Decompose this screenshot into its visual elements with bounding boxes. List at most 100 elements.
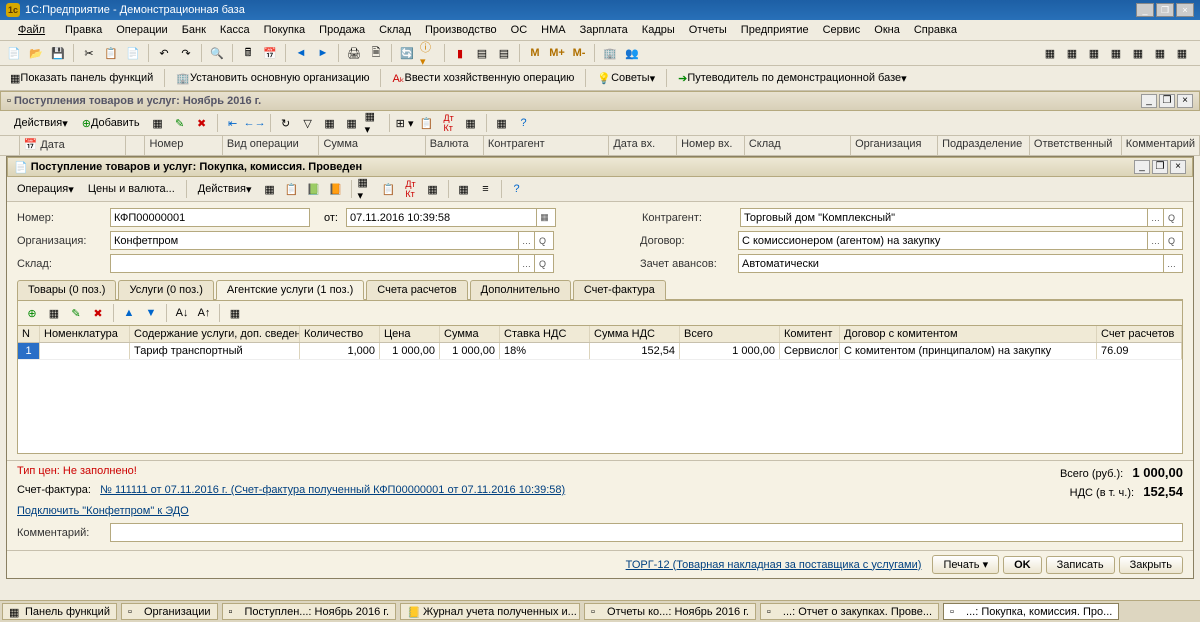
operation-dropdown[interactable]: Операция ▾	[11, 179, 80, 199]
date-picker-icon[interactable]: ▦	[536, 209, 552, 226]
gcol-desc[interactable]: Содержание услуги, доп. сведения	[130, 326, 300, 342]
gcol-price[interactable]: Цена	[380, 326, 440, 342]
tab-goods[interactable]: Товары (0 поз.)	[17, 280, 116, 300]
list-max-button[interactable]: ❐	[1159, 94, 1175, 108]
menu-enterprise[interactable]: Предприятие	[735, 22, 815, 38]
tab-additional[interactable]: Дополнительно	[470, 280, 571, 300]
gcol-vatsum[interactable]: Сумма НДС	[590, 326, 680, 342]
prices-button[interactable]: Цены и валюта...	[82, 179, 181, 199]
col-number[interactable]: Номер	[145, 136, 222, 155]
nav-first-icon[interactable]: ⇤	[223, 113, 243, 133]
list-close-button[interactable]: ×	[1177, 94, 1193, 108]
contr-select-icon[interactable]: …	[1147, 209, 1163, 226]
tool3-icon[interactable]: ▦	[320, 113, 340, 133]
gcol-n[interactable]: N	[18, 326, 40, 342]
edo-link[interactable]: Подключить "Конфетпром" к ЭДО	[17, 505, 189, 517]
gcol-komitent[interactable]: Комитент	[780, 326, 840, 342]
col-mark[interactable]	[0, 136, 20, 155]
col-flag[interactable]	[126, 136, 146, 155]
wh-select-icon[interactable]: …	[518, 255, 534, 272]
actions-dropdown[interactable]: Действия ▾	[8, 113, 74, 133]
r3-icon[interactable]: ▦	[1084, 43, 1104, 63]
col-sum[interactable]: Сумма	[319, 136, 425, 155]
adv-select-icon[interactable]: …	[1163, 255, 1179, 272]
filter-icon[interactable]: ▽	[298, 113, 318, 133]
org-select-icon[interactable]: …	[518, 232, 534, 249]
tab-accounts[interactable]: Счета расчетов	[366, 280, 467, 300]
open-icon[interactable]: 📂	[26, 43, 46, 63]
grid-row[interactable]: 1 Тариф транспортный 1,000 1 000,00 1 00…	[18, 343, 1182, 360]
grid-edit-icon[interactable]: ✎	[66, 303, 86, 323]
grid-up-icon[interactable]: ▲	[119, 303, 139, 323]
task-reports[interactable]: ▫Отчеты ко...: Ноябрь 2016 г.	[584, 603, 756, 620]
col-contr[interactable]: Контрагент	[484, 136, 610, 155]
preview-icon[interactable]: 🗎	[366, 43, 386, 63]
contr-input[interactable]: Торговый дом "Комплексный"…Q	[740, 208, 1183, 227]
cut-icon[interactable]: ✂	[79, 43, 99, 63]
show-panel-button[interactable]: ▦ Показать панель функций	[4, 68, 159, 88]
copy-icon[interactable]: 📋	[101, 43, 121, 63]
doc-help-icon[interactable]: ?	[507, 179, 527, 199]
find-icon[interactable]: 🔍	[207, 43, 227, 63]
minimize-button[interactable]: _	[1136, 3, 1154, 17]
org-input[interactable]: Конфетпром…Q	[110, 231, 554, 250]
cell-kcontract[interactable]: С комитентом (принципалом) на закупку	[840, 343, 1097, 359]
r6-icon[interactable]: ▦	[1150, 43, 1170, 63]
maximize-button[interactable]: ❐	[1156, 3, 1174, 17]
grid-del-icon[interactable]: ✖	[88, 303, 108, 323]
dt9-icon[interactable]: ≡	[476, 179, 496, 199]
gcol-sum[interactable]: Сумма	[440, 326, 500, 342]
cell-vatsum[interactable]: 152,54	[590, 343, 680, 359]
dt2-icon[interactable]: 📋	[282, 179, 302, 199]
menu-purchase[interactable]: Покупка	[258, 22, 312, 38]
menu-help[interactable]: Справка	[908, 22, 963, 38]
contract-search-icon[interactable]: Q	[1163, 232, 1179, 249]
dt1-icon[interactable]: ▦	[260, 179, 280, 199]
col-comment[interactable]: Комментарий	[1122, 136, 1200, 155]
grid-fill-icon[interactable]: ▦	[225, 303, 245, 323]
menu-sale[interactable]: Продажа	[313, 22, 371, 38]
delete-icon[interactable]: ✖	[192, 113, 212, 133]
mplus-icon[interactable]: M+	[547, 43, 567, 63]
refresh-icon[interactable]: 🔄	[397, 43, 417, 63]
doc-actions-dropdown[interactable]: Действия ▾	[192, 179, 258, 199]
print-button[interactable]: Печать ▾	[932, 555, 999, 574]
cell-total[interactable]: 1 000,00	[680, 343, 780, 359]
dtk-icon[interactable]: ДтКт	[439, 113, 459, 133]
grid-copy-icon[interactable]: ▦	[44, 303, 64, 323]
grid-add-icon[interactable]: ⊕	[22, 303, 42, 323]
print-icon[interactable]: 🖨	[344, 43, 364, 63]
sf-link[interactable]: № 111111 от 07.11.2016 г. (Счет-фактура …	[100, 484, 565, 496]
col-wh[interactable]: Склад	[745, 136, 851, 155]
task-panel[interactable]: ▦Панель функций	[2, 603, 117, 620]
number-input[interactable]: КФП00000001	[110, 208, 310, 227]
task-journal[interactable]: 📒Журнал учета полученных и...	[400, 603, 580, 620]
tab-invoice[interactable]: Счет-фактура	[573, 280, 666, 300]
menu-nma[interactable]: НМА	[535, 22, 571, 38]
dt7-icon[interactable]: ▦	[423, 179, 443, 199]
menu-operations[interactable]: Операции	[110, 22, 173, 38]
forward-icon[interactable]: ►	[313, 43, 333, 63]
doc-close-button[interactable]: ×	[1170, 160, 1186, 174]
task-orgs[interactable]: ▫Организации	[121, 603, 218, 620]
gcol-total[interactable]: Всего	[680, 326, 780, 342]
close-button[interactable]: Закрыть	[1119, 556, 1183, 574]
col-optype[interactable]: Вид операции	[223, 136, 320, 155]
calc-icon[interactable]: 🖩	[238, 43, 258, 63]
nav-prev-icon[interactable]: ←→	[245, 113, 265, 133]
menu-os[interactable]: ОС	[505, 22, 534, 38]
col-date[interactable]: 📅 Дата	[20, 136, 126, 155]
mminus-icon[interactable]: M-	[569, 43, 589, 63]
col-resp[interactable]: Ответственный	[1030, 136, 1122, 155]
r1-icon[interactable]: ▦	[1040, 43, 1060, 63]
tool9-icon[interactable]: ▦	[492, 113, 512, 133]
gcol-nomen[interactable]: Номенклатура	[40, 326, 130, 342]
tool5-icon[interactable]: ▦ ▾	[364, 113, 384, 133]
save-button[interactable]: Записать	[1046, 556, 1115, 574]
undo-icon[interactable]: ↶	[154, 43, 174, 63]
cell-qty[interactable]: 1,000	[300, 343, 380, 359]
doc-min-button[interactable]: _	[1134, 160, 1150, 174]
tab-agent-services[interactable]: Агентские услуги (1 поз.)	[216, 280, 364, 300]
task-purchreport[interactable]: ▫...: Отчет о закупках. Прове...	[760, 603, 939, 620]
r7-icon[interactable]: ▦	[1172, 43, 1192, 63]
